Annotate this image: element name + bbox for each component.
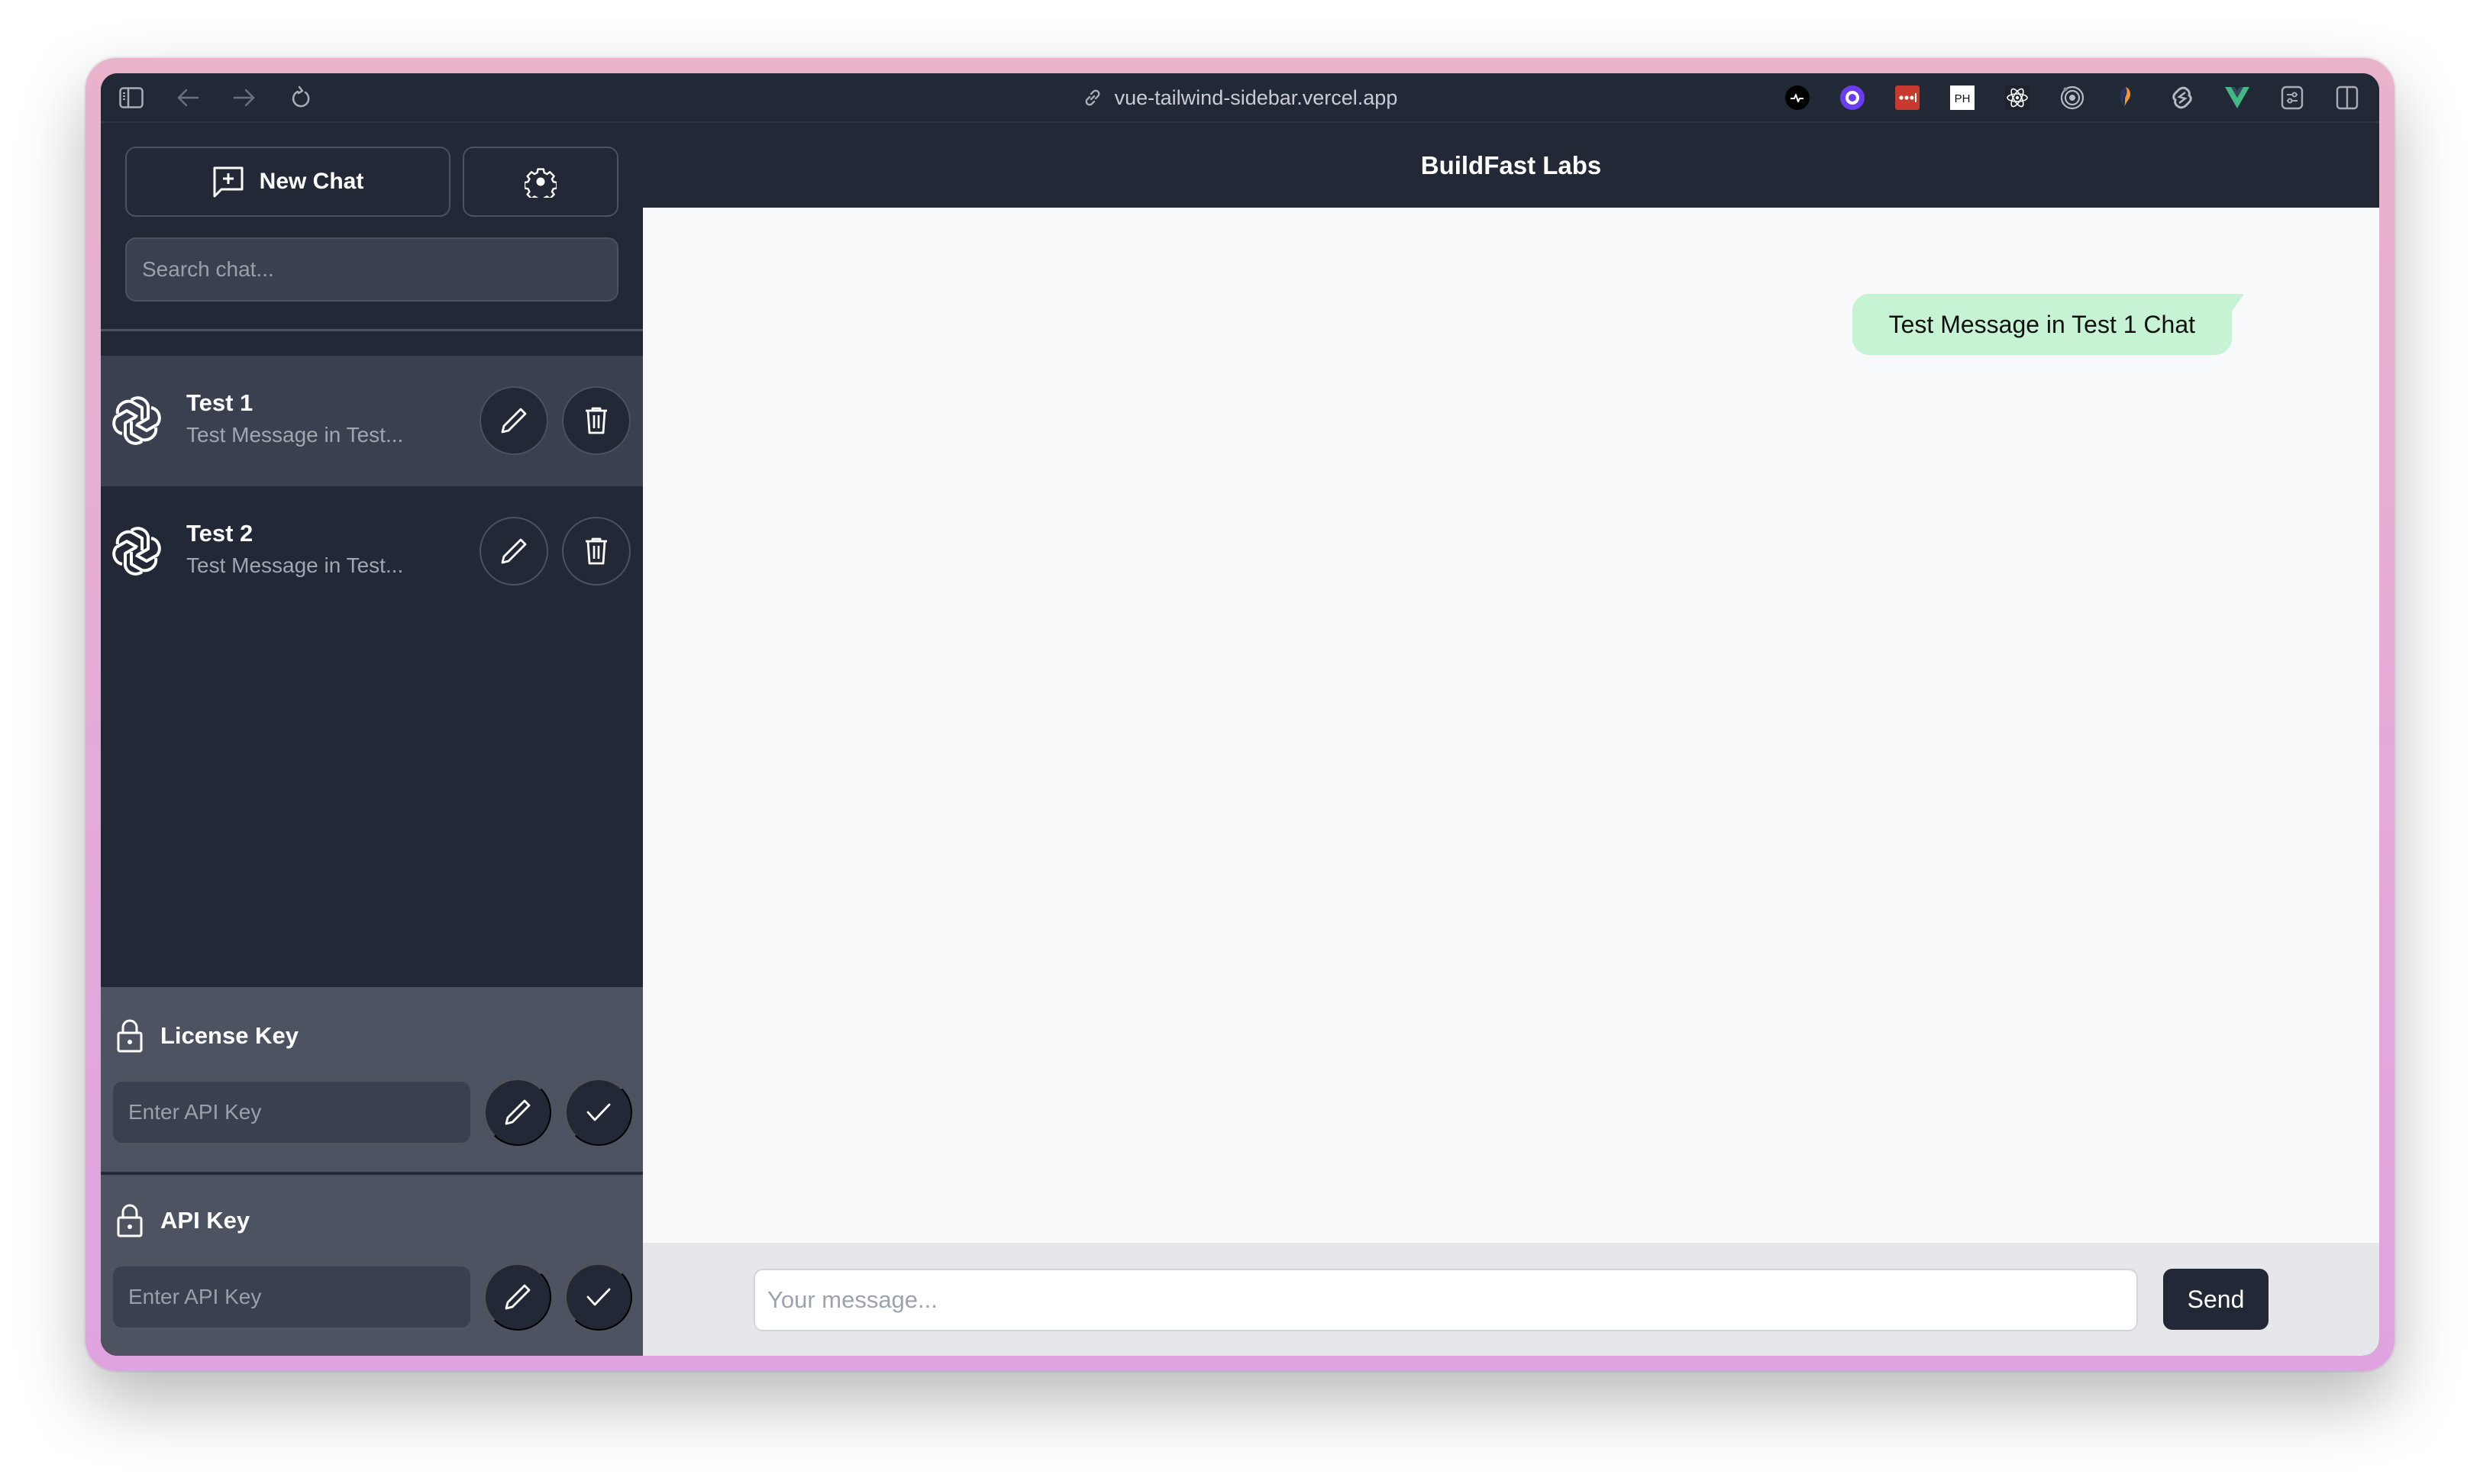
pencil-icon (503, 1282, 532, 1311)
edit-license-key-button[interactable] (484, 1079, 551, 1146)
check-icon (586, 1102, 612, 1123)
settings-button[interactable] (463, 147, 618, 217)
license-key-section: License Key (101, 987, 643, 1172)
new-chat-icon (212, 166, 244, 198)
target-extension-icon[interactable] (2059, 84, 2086, 111)
chat-title: Test 1 (186, 389, 253, 416)
new-chat-label: New Chat (259, 169, 364, 194)
api-key-input[interactable] (113, 1266, 470, 1328)
trash-icon (583, 406, 609, 435)
new-chat-button[interactable]: New Chat (125, 147, 450, 217)
sidebar-divider (101, 329, 643, 331)
message-input[interactable] (754, 1269, 2138, 1331)
browser-toolbar: vue-tailwind-sidebar.vercel.app PH (101, 73, 2379, 123)
browser-window: vue-tailwind-sidebar.vercel.app PH New C… (101, 73, 2379, 1356)
openai-logo-icon (111, 524, 162, 578)
lock-icon (116, 1204, 144, 1237)
edit-chat-button[interactable] (480, 386, 548, 455)
svelte-extension-icon[interactable] (2168, 84, 2196, 111)
license-key-label: License Key (160, 1022, 299, 1049)
pencil-icon (499, 406, 528, 435)
orange-swirl-extension-icon[interactable] (2113, 84, 2141, 111)
save-license-key-button[interactable] (565, 1079, 632, 1146)
react-devtools-extension-icon[interactable] (2004, 84, 2031, 111)
user-message-bubble: Test Message in Test 1 Chat (1852, 294, 2232, 355)
pencil-icon (503, 1098, 532, 1127)
purple-circle-extension-icon[interactable] (1839, 84, 1866, 111)
chat-list-item[interactable]: Test 1 Test Message in Test... (101, 356, 643, 486)
save-api-key-button[interactable] (565, 1263, 632, 1331)
lock-icon (116, 1019, 144, 1053)
app-title: BuildFast Labs (1420, 150, 1602, 179)
api-key-section: API Key (101, 1175, 643, 1356)
edit-api-key-button[interactable] (484, 1263, 551, 1331)
url-text: vue-tailwind-sidebar.vercel.app (1114, 85, 1398, 109)
chat-preview: Test Message in Test... (186, 553, 404, 577)
gear-icon (525, 166, 557, 198)
chat-preview: Test Message in Test... (186, 423, 404, 447)
chat-messages-area: Test Message in Test 1 Chat (643, 208, 2379, 1243)
link-icon (1083, 88, 1103, 108)
app-header: BuildFast Labs (643, 123, 2379, 208)
pulse-extension-icon[interactable] (1784, 84, 1811, 111)
svg-text:PH: PH (1955, 92, 1971, 105)
message-input-bar: Send (643, 1243, 2379, 1356)
trash-icon (583, 537, 609, 566)
openai-logo-icon (111, 394, 162, 447)
chat-list-item[interactable]: Test 2 Test Message in Test... (101, 486, 643, 617)
check-icon (586, 1286, 612, 1308)
message-bubble-tail (2230, 294, 2244, 314)
send-button[interactable]: Send (2163, 1269, 2268, 1330)
split-view-icon[interactable] (2333, 84, 2361, 111)
license-key-input[interactable] (113, 1082, 470, 1143)
extensions-menu-icon[interactable] (2278, 84, 2306, 111)
lastpass-extension-icon[interactable] (1894, 84, 1921, 111)
message-text: Test Message in Test 1 Chat (1888, 310, 2195, 338)
chat-title: Test 2 (186, 520, 253, 547)
pencil-icon (499, 537, 528, 566)
producthunt-extension-icon[interactable]: PH (1949, 84, 1976, 111)
edit-chat-button[interactable] (480, 517, 548, 586)
api-key-label: API Key (160, 1207, 250, 1234)
address-bar[interactable]: vue-tailwind-sidebar.vercel.app (101, 84, 2379, 111)
delete-chat-button[interactable] (562, 386, 631, 455)
sidebar: New Chat Test 1 Test Message in Test... (101, 123, 643, 1356)
vue-devtools-extension-icon[interactable] (2223, 84, 2251, 111)
delete-chat-button[interactable] (562, 517, 631, 586)
search-chat-input[interactable] (125, 237, 618, 302)
